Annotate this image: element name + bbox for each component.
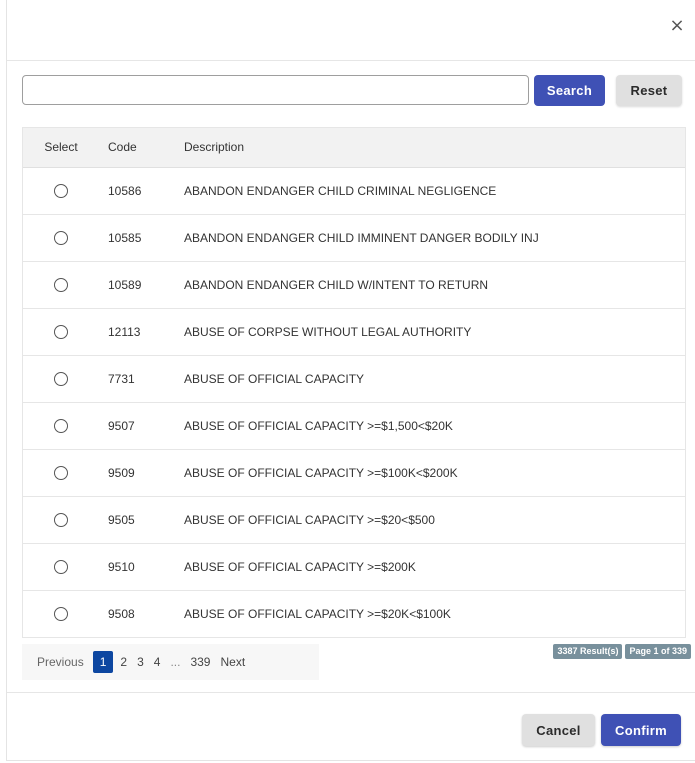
row-description: ABUSE OF CORPSE WITHOUT LEGAL AUTHORITY (184, 324, 472, 339)
table-row[interactable]: 9510 ABUSE OF OFFICIAL CAPACITY >=$200K (23, 543, 685, 590)
row-radio-button[interactable] (54, 183, 68, 198)
close-icon[interactable]: × (667, 14, 687, 38)
table-row[interactable]: 7731 ABUSE OF OFFICIAL CAPACITY (23, 355, 685, 402)
reset-button[interactable]: Reset (616, 75, 682, 106)
row-radio-button[interactable] (54, 512, 68, 527)
row-code: 10586 (108, 183, 142, 198)
previous-page-link[interactable]: Previous (32, 651, 89, 673)
pagination-bar: Previous 1 2 3 4 ... 339 Next 3387 Resul… (22, 644, 691, 680)
results-table: Select Code Description 10586 ABANDON END… (22, 127, 686, 638)
row-description: ABUSE OF OFFICIAL CAPACITY >=$20<$500 (184, 512, 435, 527)
page-link-1[interactable]: 1 (92, 651, 114, 673)
page-count-badge: Page 1 of 339 (625, 644, 691, 659)
header-select: Select (23, 128, 99, 168)
row-description: ABUSE OF OFFICIAL CAPACITY >=$100K<$200K (184, 465, 458, 480)
search-button[interactable]: Search (534, 75, 605, 106)
page-link-3[interactable]: 3 (132, 651, 149, 673)
table-row[interactable]: 9505 ABUSE OF OFFICIAL CAPACITY >=$20<$50… (23, 496, 685, 543)
row-select-cell (23, 402, 99, 449)
table-row[interactable]: 10586 ABANDON ENDANGER CHILD CRIMINAL NEG… (23, 167, 685, 214)
search-input[interactable] (22, 75, 529, 105)
page-link-2[interactable]: 2 (115, 651, 132, 673)
row-select-cell (23, 167, 99, 214)
code-lookup-dialog: × Search Reset Select Code Description 1… (6, 0, 695, 761)
row-description: ABUSE OF OFFICIAL CAPACITY >=$1,500<$20K (184, 418, 453, 433)
row-radio-button[interactable] (54, 277, 68, 292)
table-row[interactable]: 9507 ABUSE OF OFFICIAL CAPACITY >=$1,500<… (23, 402, 685, 449)
row-description: ABANDON ENDANGER CHILD W/INTENT TO RETUR… (184, 277, 489, 292)
dialog-footer: Cancel Confirm (7, 692, 695, 761)
row-select-cell (23, 214, 99, 261)
row-select-cell (23, 261, 99, 308)
page-link-last[interactable]: 339 (185, 651, 215, 673)
row-code: 10589 (108, 277, 142, 292)
row-select-cell (23, 355, 99, 402)
row-description: ABUSE OF OFFICIAL CAPACITY >=$200K (184, 559, 416, 574)
row-radio-button[interactable] (54, 418, 68, 433)
row-description: ABUSE OF OFFICIAL CAPACITY >=$20K<$100K (184, 606, 451, 621)
page-ellipsis: ... (170, 655, 181, 669)
row-code: 12113 (108, 324, 141, 339)
pagination: Previous 1 2 3 4 ... 339 Next (22, 644, 319, 680)
result-badges: 3387 Result(s) Page 1 of 339 (553, 644, 691, 659)
row-select-cell (23, 590, 99, 637)
confirm-button[interactable]: Confirm (601, 714, 681, 746)
table-row[interactable]: 12113 ABUSE OF CORPSE WITHOUT LEGAL AUTHO… (23, 308, 685, 355)
row-description: ABANDON ENDANGER CHILD IMMINENT DANGER B… (184, 230, 539, 245)
row-code: 7731 (108, 371, 135, 386)
row-code: 10585 (108, 230, 142, 245)
page-link-4[interactable]: 4 (149, 651, 166, 673)
table-row[interactable]: 9509 ABUSE OF OFFICIAL CAPACITY >=$100K<$… (23, 449, 685, 496)
table-row[interactable]: 10589 ABANDON ENDANGER CHILD W/INTENT TO … (23, 261, 685, 308)
cancel-button[interactable]: Cancel (522, 714, 595, 746)
row-radio-button[interactable] (54, 324, 68, 339)
row-select-cell (23, 543, 99, 590)
row-radio-button[interactable] (54, 606, 68, 621)
row-radio-button[interactable] (54, 559, 68, 574)
row-code: 9508 (108, 606, 135, 621)
table-row[interactable]: 9508 ABUSE OF OFFICIAL CAPACITY >=$20K<$1… (23, 590, 685, 637)
table-row[interactable]: 10585 ABANDON ENDANGER CHILD IMMINENT DAN… (23, 214, 685, 261)
row-radio-button[interactable] (54, 230, 68, 245)
results-count-badge: 3387 Result(s) (553, 644, 623, 659)
header-description: Description (184, 128, 685, 168)
next-page-link[interactable]: Next (215, 651, 250, 673)
row-code: 9510 (108, 559, 135, 574)
row-description: ABUSE OF OFFICIAL CAPACITY (184, 371, 365, 386)
row-code: 9507 (108, 418, 135, 433)
row-code: 9509 (108, 465, 135, 480)
row-select-cell (23, 308, 99, 355)
dialog-header: × (7, 0, 695, 61)
row-select-cell (23, 449, 99, 496)
header-code: Code (99, 128, 184, 168)
row-description: ABANDON ENDANGER CHILD CRIMINAL NEGLIGEN… (184, 183, 497, 198)
table-header-row: Select Code Description (23, 128, 685, 168)
row-radio-button[interactable] (54, 465, 68, 480)
row-select-cell (23, 496, 99, 543)
search-bar: Search Reset (22, 74, 684, 108)
row-radio-button[interactable] (54, 371, 68, 386)
row-code: 9505 (108, 512, 135, 527)
